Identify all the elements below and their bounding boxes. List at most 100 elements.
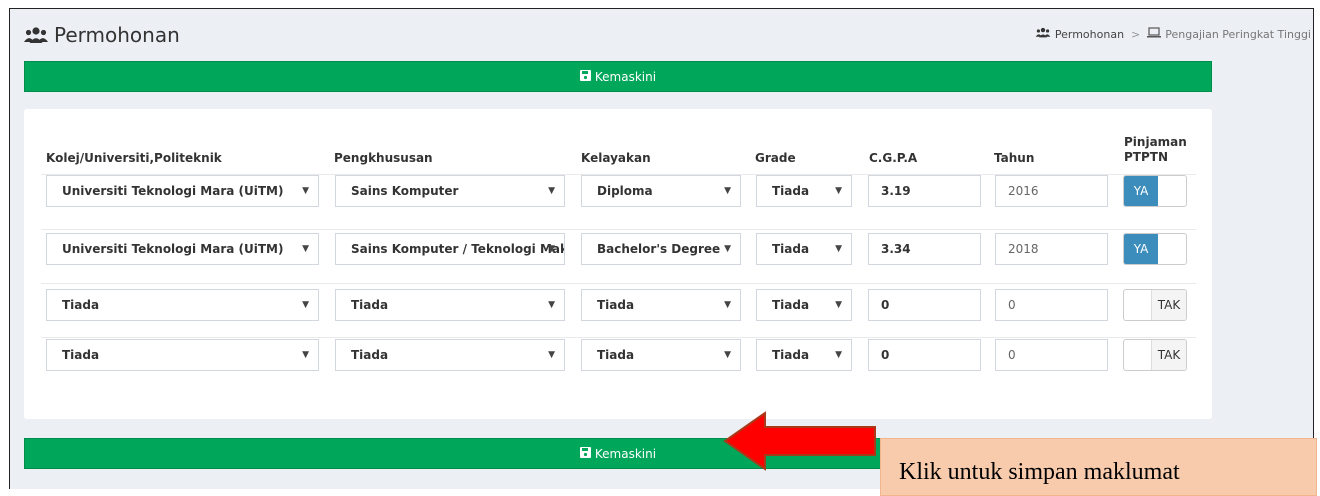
qualification-select[interactable]: Diploma ▼ (581, 175, 741, 207)
institution-select[interactable]: Universiti Teknologi Mara (UiTM) ▼ (46, 233, 319, 265)
cgpa-input[interactable]: 0 (868, 289, 981, 321)
cgpa-input-value: 3.19 (881, 184, 911, 198)
grade-select-value: Tiada (772, 184, 810, 198)
page-title: Permohonan (24, 23, 180, 47)
dropdown-caret-icon: ▼ (548, 186, 555, 196)
year-input[interactable]: 0 (995, 289, 1108, 321)
cgpa-input-value: 0 (881, 348, 890, 362)
dropdown-caret-icon: ▼ (724, 186, 731, 196)
breadcrumb: Permohonan > Pengajian Peringkat Tinggi (1035, 27, 1311, 41)
grade-select[interactable]: Tiada ▼ (756, 289, 852, 321)
header-ptptn-line1: Pinjaman (1124, 135, 1187, 149)
dropdown-caret-icon: ▼ (302, 300, 309, 310)
institution-select[interactable]: Universiti Teknologi Mara (UiTM) ▼ (46, 175, 319, 207)
cgpa-input-value: 0 (881, 298, 890, 312)
grade-select-value: Tiada (772, 298, 810, 312)
ptptn-toggle-label: YA (1124, 176, 1158, 206)
grade-select[interactable]: Tiada ▼ (756, 233, 852, 265)
qualification-select[interactable]: Tiada ▼ (581, 289, 741, 321)
grade-select[interactable]: Tiada ▼ (756, 175, 852, 207)
header-year: Tahun (994, 151, 1035, 165)
breadcrumb-separator: > (1131, 27, 1141, 41)
app-frame: Permohonan Permohonan > Pengajian Pering… (9, 8, 1314, 489)
qualification-select[interactable]: Tiada ▼ (581, 339, 741, 371)
dropdown-caret-icon: ▼ (724, 244, 731, 254)
grade-select[interactable]: Tiada ▼ (756, 339, 852, 371)
header-specialization: Pengkhususan (334, 151, 433, 165)
save-icon (579, 446, 591, 461)
ptptn-toggle-label: YA (1124, 234, 1158, 264)
specialization-select-value: Tiada (351, 298, 389, 312)
qualification-select-value: Bachelor's Degree (597, 242, 721, 256)
institution-select[interactable]: Tiada ▼ (46, 339, 319, 371)
update-button-label: Kemaskini (594, 69, 657, 84)
breadcrumb-item-permohonan[interactable]: Permohonan (1055, 28, 1124, 41)
users-icon (1035, 27, 1051, 41)
dropdown-caret-icon: ▼ (835, 300, 842, 310)
dropdown-caret-icon: ▼ (724, 300, 731, 310)
year-input[interactable]: 2016 (995, 175, 1108, 207)
callout-note: Klik untuk simpan maklumat (880, 438, 1317, 496)
specialization-select[interactable]: Sains Komputer ▼ (335, 175, 565, 207)
dropdown-caret-icon: ▼ (302, 186, 309, 196)
dropdown-caret-icon: ▼ (548, 350, 555, 360)
specialization-select-value: Sains Komputer (351, 184, 459, 198)
year-input-value: 2018 (1008, 242, 1039, 256)
header-grade: Grade (755, 151, 796, 165)
grade-select-value: Tiada (772, 242, 810, 256)
laptop-icon (1147, 27, 1162, 41)
row-divider (41, 283, 1196, 284)
ptptn-toggle[interactable]: TAK (1123, 289, 1187, 321)
cgpa-input-value: 3.34 (881, 242, 911, 256)
institution-select-value: Tiada (62, 298, 100, 312)
header-cgpa: C.G.P.A (869, 151, 918, 165)
year-input-value: 0 (1008, 348, 1016, 362)
ptptn-toggle-label: TAK (1151, 290, 1186, 320)
specialization-select[interactable]: Sains Komputer / Teknologi Maklumat▼ (335, 233, 565, 265)
education-panel: Kolej/Universiti,Politeknik Pengkhususan… (24, 109, 1212, 419)
dropdown-caret-icon: ▼ (835, 244, 842, 254)
dropdown-caret-icon: ▼ (835, 350, 842, 360)
cgpa-input[interactable]: 0 (868, 339, 981, 371)
page-header: Permohonan Permohonan > Pengajian Pering… (10, 9, 1313, 61)
ptptn-toggle[interactable]: YA (1123, 233, 1187, 265)
grade-select-value: Tiada (772, 348, 810, 362)
save-icon (579, 69, 591, 84)
cgpa-input[interactable]: 3.34 (868, 233, 981, 265)
ptptn-toggle[interactable]: YA (1123, 175, 1187, 207)
specialization-select-value: Tiada (351, 348, 389, 362)
dropdown-caret-icon: ▼ (548, 300, 555, 310)
dropdown-caret-icon: ▼ (302, 350, 309, 360)
dropdown-caret-icon: ▼ (548, 244, 555, 254)
specialization-select[interactable]: Tiada ▼ (335, 339, 565, 371)
row-divider (41, 229, 1196, 230)
update-button-label: Kemaskini (594, 446, 657, 461)
institution-select-value: Tiada (62, 348, 100, 362)
dropdown-caret-icon: ▼ (724, 350, 731, 360)
year-input[interactable]: 0 (995, 339, 1108, 371)
header-qualification: Kelayakan (581, 151, 651, 165)
qualification-select-value: Tiada (597, 348, 635, 362)
institution-select-value: Universiti Teknologi Mara (UiTM) (62, 242, 284, 256)
specialization-select-value: Sains Komputer / Teknologi Maklumat (351, 242, 564, 256)
ptptn-toggle-label: TAK (1151, 340, 1186, 370)
year-input-value: 2016 (1008, 184, 1039, 198)
update-button-top[interactable]: Kemaskini (24, 61, 1212, 92)
institution-select[interactable]: Tiada ▼ (46, 289, 319, 321)
specialization-select[interactable]: Tiada ▼ (335, 289, 565, 321)
year-input-value: 0 (1008, 298, 1016, 312)
qualification-select[interactable]: Bachelor's Degree ▼ (581, 233, 741, 265)
dropdown-caret-icon: ▼ (835, 186, 842, 196)
qualification-select-value: Diploma (597, 184, 653, 198)
row-divider (41, 337, 1196, 338)
breadcrumb-item-current: Pengajian Peringkat Tinggi (1165, 27, 1311, 41)
cgpa-input[interactable]: 3.19 (868, 175, 981, 207)
header-ptptn-line2: PTPTN (1124, 150, 1169, 164)
institution-select-value: Universiti Teknologi Mara (UiTM) (62, 184, 284, 198)
red-arrow-icon (723, 411, 883, 476)
users-icon (24, 26, 48, 44)
header-institution: Kolej/Universiti,Politeknik (46, 151, 222, 165)
page-title-text: Permohonan (54, 23, 180, 47)
ptptn-toggle[interactable]: TAK (1123, 339, 1187, 371)
year-input[interactable]: 2018 (995, 233, 1108, 265)
